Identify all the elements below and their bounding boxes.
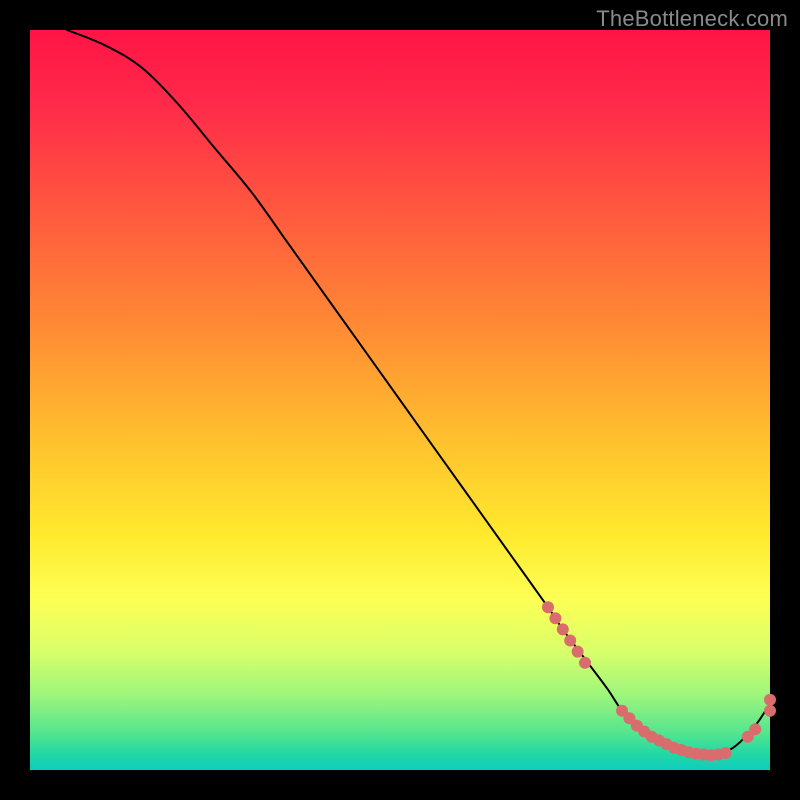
chart-svg	[30, 30, 770, 770]
highlight-point	[579, 657, 591, 669]
highlight-point	[564, 635, 576, 647]
highlight-point	[749, 723, 761, 735]
highlight-point	[549, 612, 561, 624]
plot-area	[30, 30, 770, 770]
highlight-point	[557, 623, 569, 635]
highlight-points-group	[542, 601, 776, 761]
highlight-point	[764, 694, 776, 706]
highlight-point	[720, 747, 732, 759]
bottleneck-curve	[67, 30, 770, 756]
highlight-point	[572, 646, 584, 658]
chart-container: TheBottleneck.com	[0, 0, 800, 800]
watermark-label: TheBottleneck.com	[596, 6, 788, 32]
highlight-point	[764, 705, 776, 717]
highlight-point	[542, 601, 554, 613]
